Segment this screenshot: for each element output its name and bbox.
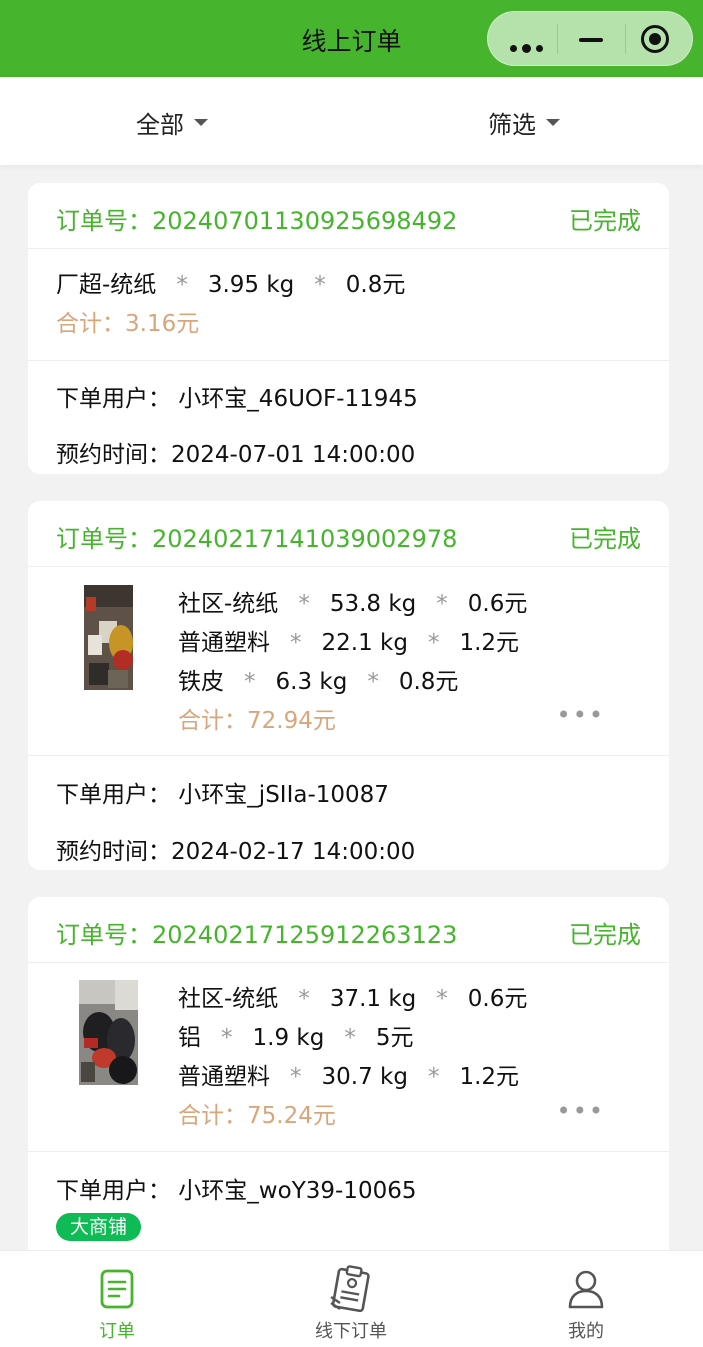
separator: * bbox=[314, 272, 326, 298]
status-filter-dropdown[interactable]: 全部 bbox=[136, 105, 208, 140]
order-number: 订单号：20240217125912263123 bbox=[56, 921, 458, 949]
user-icon bbox=[567, 1269, 605, 1313]
order-card-footer: 下单用户： 小环宝_woY39-10065 大商铺 bbox=[28, 1152, 669, 1262]
item-price: 0.6元 bbox=[467, 591, 528, 617]
order-status: 已完成 bbox=[569, 525, 641, 553]
item-name: 厂超-统纸 bbox=[56, 272, 157, 298]
appointment-time: 预约时间：2024-07-01 14:00:00 bbox=[56, 442, 416, 468]
order-number: 订单号：20240217141039002978 bbox=[56, 525, 458, 553]
item-price: 5元 bbox=[375, 1025, 414, 1051]
order-total: 合计：3.16元 bbox=[56, 311, 200, 337]
order-card-header: 订单号：20240217125912263123 已完成 bbox=[28, 897, 669, 963]
close-program-icon[interactable] bbox=[641, 25, 669, 53]
tab-orders[interactable]: 订单 bbox=[0, 1251, 234, 1347]
order-card-footer: 下单用户： 小环宝_jSIIa-10087 预约时间：2024-02-17 14… bbox=[28, 756, 669, 870]
item-name: 普通塑料 bbox=[178, 1064, 270, 1090]
order-card-footer: 下单用户： 小环宝_46UOF-11945 预约时间：2024-07-01 14… bbox=[28, 361, 669, 474]
item-line: 厂超-统纸 * 3.95 kg * 0.8元 bbox=[56, 266, 669, 305]
separator: * bbox=[290, 630, 302, 656]
status-filter-label: 全部 bbox=[136, 111, 184, 139]
item-weight: 3.95 kg bbox=[207, 272, 295, 298]
item-line: 铁皮 * 6.3 kg * 0.8元 bbox=[178, 663, 669, 702]
separator: * bbox=[436, 591, 448, 617]
tab-label: 线下订单 bbox=[315, 1321, 387, 1342]
order-card-header: 订单号：20240701130925698492 已完成 bbox=[28, 183, 669, 249]
capsule-divider bbox=[557, 24, 558, 54]
order-number: 订单号：20240701130925698492 bbox=[56, 207, 458, 235]
item-weight: 53.8 kg bbox=[329, 591, 417, 617]
item-name: 社区-统纸 bbox=[178, 591, 279, 617]
order-status: 已完成 bbox=[569, 921, 641, 949]
item-line: 铝 * 1.9 kg * 5元 bbox=[178, 1019, 669, 1058]
separator: * bbox=[298, 591, 310, 617]
more-menu-icon[interactable] bbox=[510, 37, 548, 56]
order-user: 下单用户： 小环宝_woY39-10065 bbox=[56, 1178, 417, 1204]
order-user: 下单用户： 小环宝_jSIIa-10087 bbox=[56, 782, 389, 808]
item-name: 铝 bbox=[178, 1025, 201, 1051]
separator: * bbox=[344, 1025, 356, 1051]
capsule-divider bbox=[625, 24, 626, 54]
item-line: 社区-统纸 * 37.1 kg * 0.6元 bbox=[178, 980, 669, 1019]
mini-program-capsule bbox=[487, 11, 693, 66]
store-type-badge: 大商铺 bbox=[56, 1213, 142, 1241]
more-items-button[interactable]: ••• bbox=[557, 1097, 605, 1125]
order-items: 厂超-统纸 * 3.95 kg * 0.8元 合计：3.16元 bbox=[28, 249, 669, 361]
item-price: 0.6元 bbox=[467, 986, 528, 1012]
separator: * bbox=[427, 630, 440, 656]
item-weight: 6.3 kg bbox=[275, 669, 348, 695]
tab-offline-orders[interactable]: 线下订单 bbox=[234, 1251, 468, 1347]
item-name: 普通塑料 bbox=[178, 630, 270, 656]
clipboard-icon bbox=[328, 1265, 374, 1317]
item-name: 铁皮 bbox=[178, 669, 224, 695]
order-photo[interactable] bbox=[79, 980, 138, 1085]
item-price: 1.2元 bbox=[459, 630, 520, 656]
minimize-icon[interactable] bbox=[579, 38, 603, 42]
order-card[interactable]: 订单号：20240701130925698492 已完成 厂超-统纸 * 3.95 … bbox=[28, 183, 669, 474]
separator: * bbox=[221, 1025, 233, 1051]
top-nav-bar: 线上订单 bbox=[0, 0, 703, 77]
item-weight: 1.9 kg bbox=[252, 1025, 325, 1051]
separator: * bbox=[290, 1064, 302, 1090]
item-weight: 30.7 kg bbox=[321, 1064, 408, 1090]
caret-down-icon bbox=[546, 119, 560, 126]
separator: * bbox=[176, 272, 188, 298]
filter-label: 筛选 bbox=[488, 111, 536, 139]
order-items: 社区-统纸 * 53.8 kg * 0.6元 普通塑料 * 22.1 kg * 1.2元 铁皮 *… bbox=[28, 567, 669, 756]
filter-bar: 全部 筛选 bbox=[0, 77, 703, 165]
order-card[interactable]: 订单号：20240217141039002978 已完成 社区-统纸 * 53.8 … bbox=[28, 501, 669, 870]
item-line: 普通塑料 * 30.7 kg * 1.2元 bbox=[178, 1058, 669, 1097]
item-weight: 37.1 kg bbox=[329, 986, 417, 1012]
bottom-tab-bar: 订单 线下订单 我的 bbox=[0, 1250, 703, 1347]
item-line: 普通塑料 * 22.1 kg * 1.2元 bbox=[178, 624, 669, 663]
order-user: 下单用户： 小环宝_46UOF-11945 bbox=[56, 386, 418, 412]
tab-profile[interactable]: 我的 bbox=[469, 1251, 703, 1347]
separator: * bbox=[367, 669, 379, 695]
order-card[interactable]: 订单号：20240217125912263123 已完成 社区-统纸 * 37.1 … bbox=[28, 897, 669, 1262]
caret-down-icon bbox=[194, 119, 208, 126]
item-line: 社区-统纸 * 53.8 kg * 0.6元 bbox=[178, 585, 669, 624]
filter-dropdown[interactable]: 筛选 bbox=[488, 105, 560, 140]
separator: * bbox=[244, 669, 256, 695]
appointment-time: 预约时间：2024-02-17 14:00:00 bbox=[56, 839, 416, 865]
item-price: 1.2元 bbox=[459, 1064, 520, 1090]
item-name: 社区-统纸 bbox=[178, 986, 279, 1012]
document-icon bbox=[100, 1269, 134, 1313]
order-card-header: 订单号：20240217141039002978 已完成 bbox=[28, 501, 669, 567]
separator: * bbox=[436, 986, 448, 1012]
order-photo[interactable] bbox=[84, 585, 133, 690]
tab-label: 我的 bbox=[568, 1321, 604, 1342]
more-items-button[interactable]: ••• bbox=[557, 701, 605, 729]
order-items: 社区-统纸 * 37.1 kg * 0.6元 铝 * 1.9 kg * 5元 普通塑料 * 30.7… bbox=[28, 963, 669, 1152]
separator: * bbox=[298, 986, 310, 1012]
item-price: 0.8元 bbox=[345, 272, 406, 298]
tab-label: 订单 bbox=[99, 1321, 135, 1342]
item-price: 0.8元 bbox=[398, 669, 459, 695]
order-status: 已完成 bbox=[569, 207, 641, 235]
separator: * bbox=[427, 1064, 440, 1090]
item-weight: 22.1 kg bbox=[321, 630, 408, 656]
